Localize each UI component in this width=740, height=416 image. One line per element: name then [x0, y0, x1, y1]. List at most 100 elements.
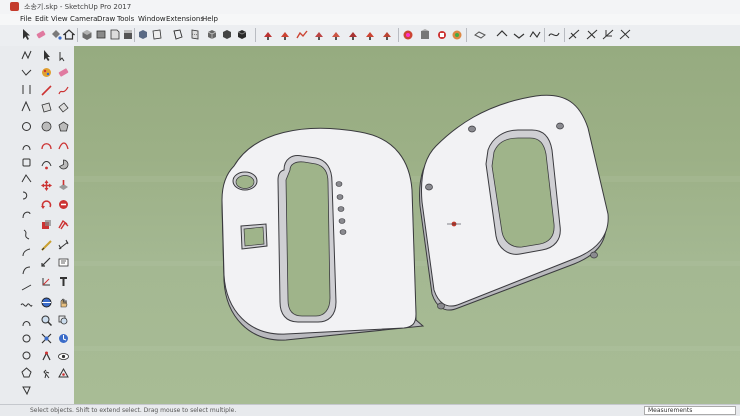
arc-icon[interactable] — [20, 49, 33, 62]
left-view-icon[interactable] — [151, 28, 163, 41]
monochrome-icon[interactable] — [279, 28, 291, 41]
rectangle-outline-icon[interactable] — [20, 156, 33, 169]
menu-draw[interactable]: Draw — [97, 15, 115, 23]
bezier-icon[interactable] — [20, 172, 33, 185]
circle-tool-icon[interactable] — [20, 120, 33, 133]
zoom-window-icon[interactable] — [57, 314, 70, 327]
circle-2-icon[interactable] — [20, 349, 33, 362]
home-icon[interactable] — [63, 28, 75, 41]
look-around-icon[interactable] — [57, 350, 70, 363]
solid-trim-icon[interactable] — [529, 28, 541, 41]
circle-small-icon[interactable] — [20, 332, 33, 345]
eraser-tool-icon[interactable] — [57, 66, 70, 79]
left-plate-part[interactable] — [221, 127, 425, 341]
freehand-tool-icon[interactable] — [57, 84, 70, 97]
menu-extensions[interactable]: Extensions — [166, 15, 204, 23]
spline-icon[interactable] — [20, 281, 33, 294]
rotate-tool-icon[interactable] — [40, 198, 53, 211]
layout-icon[interactable] — [451, 28, 463, 41]
menu-file[interactable]: File — [20, 15, 32, 23]
polygon-tool-icon[interactable] — [57, 120, 70, 133]
curve-4-icon[interactable] — [20, 264, 33, 277]
position-camera-icon[interactable] — [40, 350, 53, 363]
follow-me-tool-icon[interactable] — [57, 198, 70, 211]
rotated-rectangle-icon[interactable] — [57, 101, 70, 114]
follow-me-icon[interactable] — [474, 28, 486, 41]
text-tool-icon[interactable] — [57, 256, 70, 269]
solid-subtract-icon[interactable] — [513, 28, 525, 41]
back-edges-icon[interactable] — [189, 28, 201, 41]
previous-view-icon[interactable] — [57, 332, 70, 345]
tape-measure-icon[interactable] — [40, 239, 53, 252]
right-plate-part[interactable] — [419, 94, 609, 311]
menu-camera[interactable]: Camera — [70, 15, 97, 23]
polygon-icon[interactable] — [20, 366, 33, 379]
top-view-icon[interactable] — [95, 28, 107, 41]
model-viewport[interactable] — [74, 46, 740, 404]
model-canvas[interactable] — [74, 46, 740, 404]
curve-2-icon[interactable] — [20, 228, 33, 241]
make-component-icon[interactable] — [57, 49, 70, 62]
shaded-textures-icon[interactable] — [262, 28, 274, 41]
select-icon[interactable] — [20, 28, 32, 41]
polyline-icon[interactable] — [20, 100, 33, 113]
hidden-line-icon[interactable] — [221, 28, 233, 41]
warehouse-icon[interactable] — [419, 28, 431, 41]
outer-shell-icon[interactable] — [568, 28, 580, 41]
solid-split-icon[interactable] — [548, 28, 560, 41]
menu-edit[interactable]: Edit — [35, 15, 49, 23]
front-view-icon[interactable] — [109, 28, 121, 41]
push-pull-icon[interactable] — [57, 179, 70, 192]
wave-icon[interactable] — [20, 298, 33, 311]
orbit-tool-icon[interactable] — [40, 296, 53, 309]
extension-warehouse-icon[interactable] — [436, 28, 448, 41]
line-tool-icon[interactable] — [40, 84, 53, 97]
wireframe-icon[interactable] — [206, 28, 218, 41]
arc-3-icon[interactable] — [20, 316, 33, 329]
rectangle-tool-icon[interactable] — [40, 101, 53, 114]
zoom-extents-icon[interactable] — [40, 332, 53, 345]
xray-icon[interactable] — [172, 28, 184, 41]
offset-tool-icon[interactable] — [57, 218, 70, 231]
scale-tool-icon[interactable] — [40, 218, 53, 231]
axes-tool-icon[interactable] — [40, 275, 53, 288]
walk-tool-icon[interactable] — [40, 367, 53, 380]
line-vertex-icon[interactable] — [20, 83, 33, 96]
curve-3-icon[interactable] — [20, 246, 33, 259]
sandbox-from-scratch-icon[interactable] — [313, 28, 325, 41]
shaded-icon[interactable] — [236, 28, 248, 41]
section-plane-icon[interactable] — [20, 384, 33, 397]
menu-help[interactable]: Help — [202, 15, 218, 23]
select-tool-icon[interactable] — [40, 49, 53, 62]
back-view-icon[interactable] — [137, 28, 149, 41]
menu-tools[interactable]: Tools — [117, 15, 134, 23]
loft-icon[interactable] — [619, 28, 631, 41]
zoom-tool-icon[interactable] — [40, 314, 53, 327]
sandbox-from-contours-icon[interactable] — [296, 28, 308, 41]
eraser-icon[interactable] — [35, 28, 47, 41]
pan-tool-icon[interactable] — [57, 296, 70, 309]
add-detail-icon[interactable] — [381, 28, 393, 41]
3d-text-icon[interactable] — [57, 275, 70, 288]
three-point-arc-icon[interactable] — [40, 158, 53, 171]
flip-edge-icon[interactable] — [402, 28, 414, 41]
smoove-icon[interactable] — [330, 28, 342, 41]
stamp-icon[interactable] — [347, 28, 359, 41]
paint-tool-icon[interactable] — [40, 66, 53, 79]
arc-tool-2-icon[interactable] — [20, 208, 33, 221]
solid-union-icon[interactable] — [496, 28, 508, 41]
section-tool-icon[interactable] — [57, 367, 70, 380]
drape-icon[interactable] — [364, 28, 376, 41]
two-point-arc-icon[interactable] — [57, 139, 70, 152]
menu-window[interactable]: Window — [138, 15, 166, 23]
freehand-icon[interactable] — [20, 66, 33, 79]
paint-bucket-icon[interactable] — [50, 28, 62, 41]
intersect-icon[interactable] — [586, 28, 598, 41]
right-view-icon[interactable] — [122, 28, 134, 41]
menu-view[interactable]: View — [51, 15, 68, 23]
move-tool-icon[interactable] — [40, 179, 53, 192]
curve-icon[interactable] — [20, 189, 33, 202]
iso-view-icon[interactable] — [81, 28, 93, 41]
dimension-tool-icon[interactable] — [57, 239, 70, 252]
arc-tool-icon[interactable] — [40, 139, 53, 152]
